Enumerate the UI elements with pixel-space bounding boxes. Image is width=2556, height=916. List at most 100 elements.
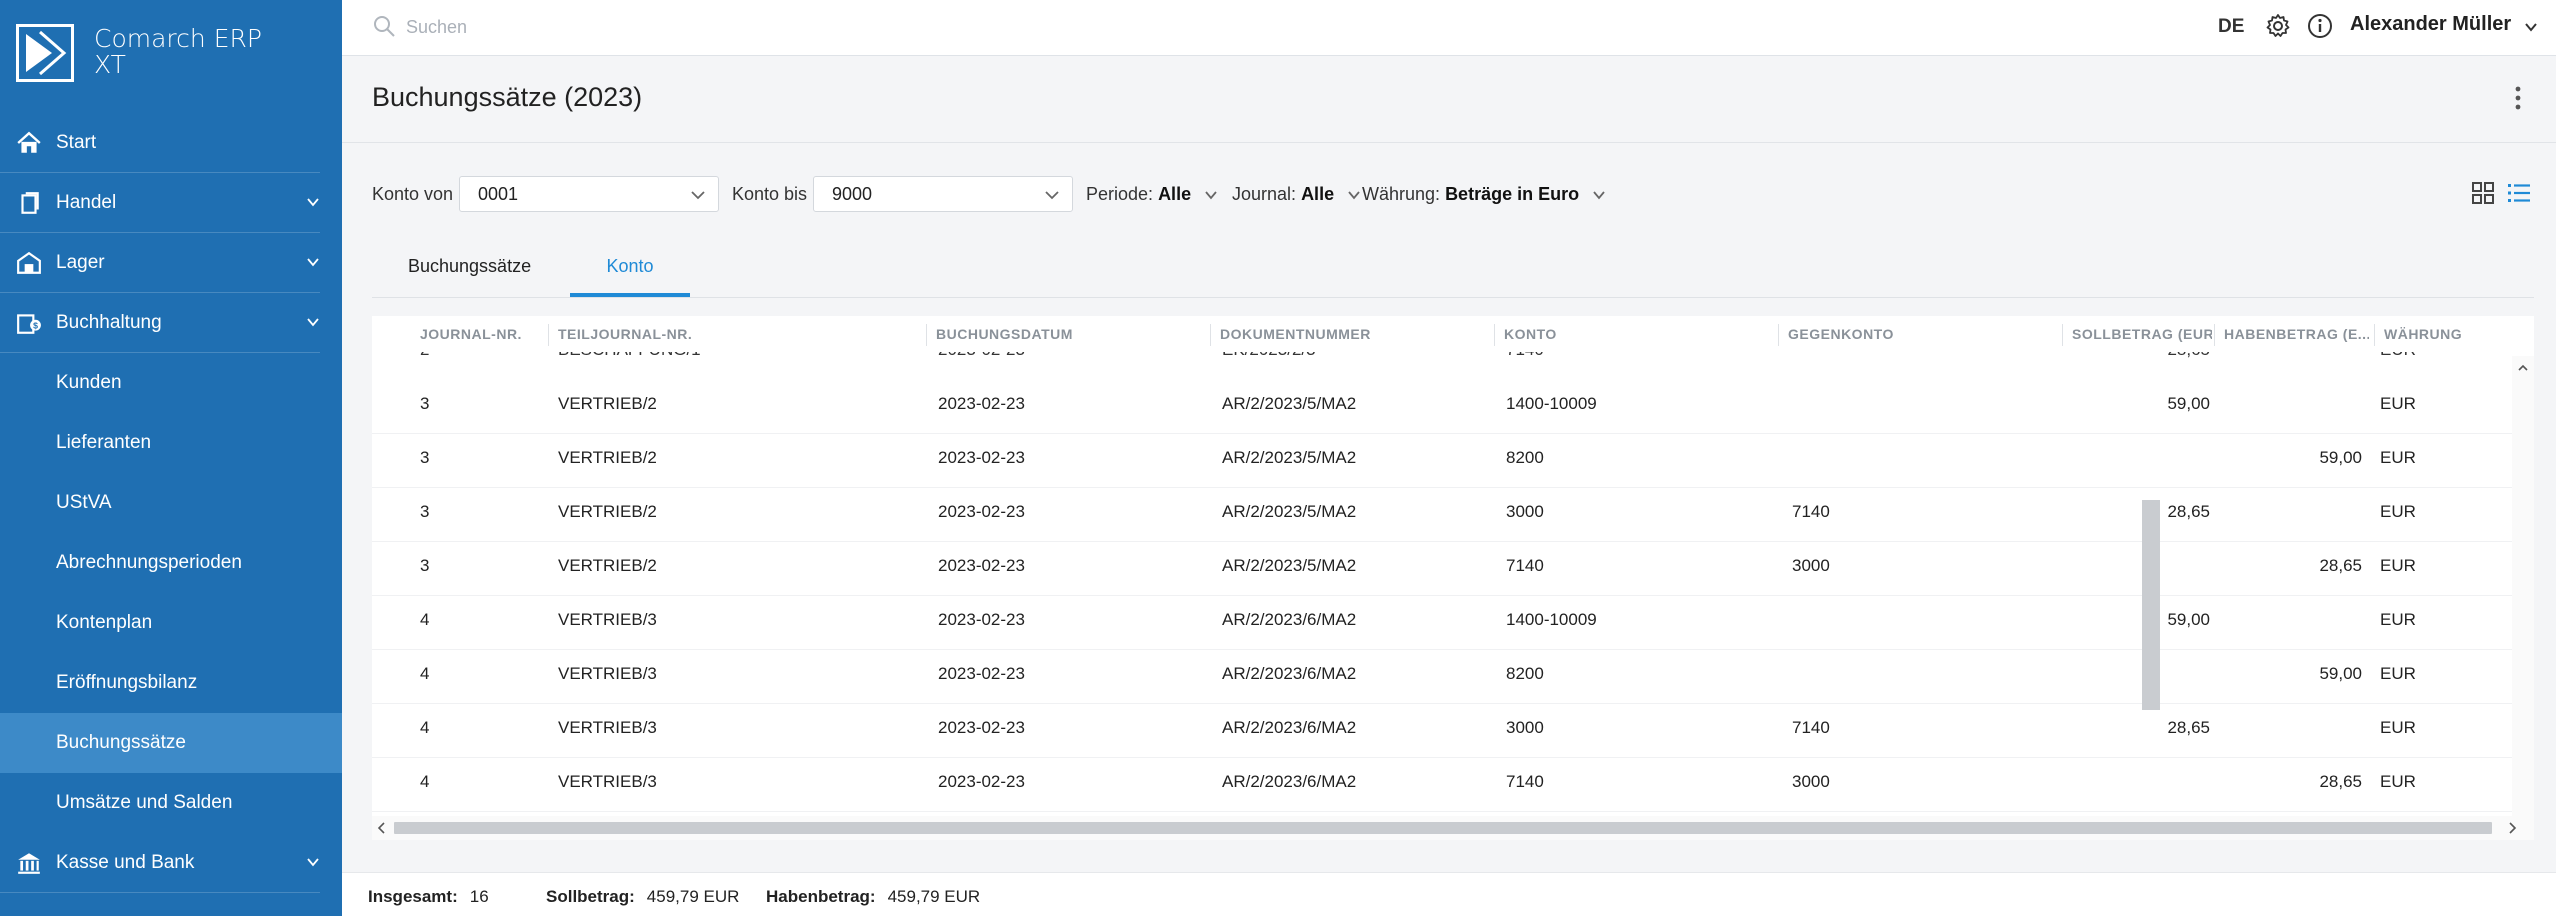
table-cell: 7140 — [1792, 718, 1830, 737]
column-separator[interactable] — [2374, 324, 2375, 346]
column-separator[interactable] — [1210, 324, 1211, 346]
table-row[interactable]: 4 VERTRIEB/3 2023-02-23 AR/2/2023/6/MA2 3000… — [372, 704, 2512, 758]
search-input[interactable] — [406, 12, 806, 42]
info-icon[interactable] — [2306, 12, 2334, 40]
table-cell: 3000 — [1506, 718, 1544, 737]
column-header[interactable]: HABENBETRAG (E... — [2224, 326, 2369, 342]
table-cell: 28,65 — [2319, 772, 2362, 791]
language-selector[interactable]: DE — [2218, 16, 2244, 38]
sidebar-item-label: Kasse und Bank — [56, 851, 195, 873]
table-cell: EUR — [2380, 556, 2416, 575]
column-header[interactable]: GEGENKONTO — [1788, 326, 1894, 342]
sidebar-item-start[interactable]: Start — [0, 113, 320, 173]
sidebar-item-kontenplan[interactable]: Kontenplan — [0, 593, 342, 653]
sidebar-item-kasse-und-bank[interactable]: Kasse und Bank — [0, 833, 320, 893]
page-title: Buchungssätze (2023) — [372, 82, 643, 112]
table-row-partial[interactable]: 2 BESCHAFFUNG/1 2023-02-23 EK/2023/2/3 7140 2… — [372, 352, 2512, 374]
bank-icon — [18, 852, 40, 874]
table-cell: EUR — [2380, 664, 2416, 683]
topbar: DE Alexander Müller — [342, 0, 2556, 56]
column-separator[interactable] — [926, 324, 927, 346]
gear-icon[interactable] — [2264, 12, 2292, 40]
table-row[interactable]: 4 VERTRIEB/3 2023-02-23 AR/2/2023/6/MA2 7140… — [372, 758, 2512, 812]
more-vertical-icon[interactable] — [2512, 82, 2524, 114]
sidebar-item-lager[interactable]: Lager — [0, 233, 320, 293]
table-cell: 2023-02-23 — [938, 394, 1025, 413]
waehrung-label: Währung: — [1362, 184, 1441, 204]
table-cell: 28,65 — [2167, 502, 2210, 521]
table-cell: 3000 — [1792, 556, 1830, 575]
column-separator[interactable] — [1778, 324, 1779, 346]
table-cell: 3000 — [1792, 772, 1830, 791]
column-header[interactable]: BUCHUNGSDATUM — [936, 326, 1073, 342]
table-cell: AR/2/2023/6/MA2 — [1222, 664, 1357, 683]
horizontal-scroll-thumb[interactable] — [394, 822, 2492, 834]
column-header[interactable]: TEILJOURNAL-NR. — [558, 326, 692, 342]
table-row[interactable]: 3 VERTRIEB/2 2023-02-23 AR/2/2023/5/MA2 1400… — [372, 380, 2512, 434]
table-row[interactable]: 4 VERTRIEB/3 2023-02-23 AR/2/2023/6/MA2 8200… — [372, 650, 2512, 704]
column-header[interactable]: JOURNAL-NR. — [420, 326, 522, 342]
table-cell: EUR — [2380, 352, 2416, 360]
svg-text:$: $ — [33, 320, 38, 330]
sidebar-item-buchhaltung[interactable]: $ Buchhaltung — [0, 293, 320, 353]
konto-von-select[interactable]: 0001 — [459, 176, 719, 212]
soll-value: 459,79 EUR — [646, 887, 740, 906]
column-header[interactable]: DOKUMENTNUMMER — [1220, 326, 1371, 342]
vertical-scrollbar[interactable] — [2512, 356, 2534, 822]
vertical-scroll-thumb[interactable] — [2142, 500, 2160, 710]
column-separator[interactable] — [2062, 324, 2063, 346]
sidebar-item-handel[interactable]: Handel — [0, 173, 320, 233]
horizontal-scrollbar[interactable] — [372, 816, 2534, 840]
column-separator[interactable] — [548, 324, 549, 346]
tab-konto[interactable]: Konto — [570, 256, 690, 297]
user-name[interactable]: Alexander Müller — [2350, 13, 2511, 36]
sidebar-item-lieferanten[interactable]: Lieferanten — [0, 413, 342, 473]
periode-filter[interactable]: Periode: Alle — [1086, 184, 1218, 205]
column-header[interactable]: SOLLBETRAG (EUR... — [2072, 326, 2212, 342]
table-cell: 28,65 — [2167, 718, 2210, 737]
table-cell: AR/2/2023/6/MA2 — [1222, 610, 1357, 629]
grid-view-icon[interactable] — [2470, 180, 2496, 206]
table-cell: 7140 — [1506, 352, 1544, 360]
column-separator[interactable] — [1494, 324, 1495, 346]
table-cell: 4 — [420, 610, 430, 629]
table-cell: 4 — [420, 664, 430, 683]
tabs-divider — [372, 297, 2534, 298]
table-row[interactable]: 3 VERTRIEB/2 2023-02-23 AR/2/2023/5/MA2 7140… — [372, 542, 2512, 596]
header-divider — [342, 142, 2556, 143]
chevron-down-icon — [307, 858, 319, 867]
table-cell: VERTRIEB/2 — [558, 556, 657, 575]
table-cell: AR/2/2023/5/MA2 — [1222, 556, 1357, 575]
sidebar-item-umsätze-und-salden[interactable]: Umsätze und Salden — [0, 773, 342, 833]
konto-bis-select[interactable]: 9000 — [813, 176, 1073, 212]
total-count: Insgesamt: 16 — [368, 887, 489, 907]
sidebar-item-buchungssätze[interactable]: Buchungssätze — [0, 713, 342, 773]
tab-buchungssaetze[interactable]: Buchungssätze — [408, 256, 531, 296]
haben-sum: Habenbetrag: 459,79 EUR — [766, 887, 980, 907]
sidebar-item-abrechnungsperioden[interactable]: Abrechnungsperioden — [0, 533, 342, 593]
column-separator[interactable] — [2214, 324, 2215, 346]
scroll-up-icon[interactable] — [2517, 362, 2529, 374]
table-row[interactable]: 4 VERTRIEB/3 2023-02-23 AR/2/2023/6/MA2 1400… — [372, 596, 2512, 650]
journal-filter[interactable]: Journal: Alle — [1232, 184, 1361, 205]
table-row[interactable]: 3 VERTRIEB/2 2023-02-23 AR/2/2023/5/MA2 3000… — [372, 488, 2512, 542]
scroll-left-icon[interactable] — [376, 821, 388, 835]
data-grid: JOURNAL-NR. TEILJOURNAL-NR. BUCHUNGSDATUM D… — [372, 316, 2534, 840]
sidebar-item-ustva[interactable]: UStVA — [0, 473, 342, 533]
chevron-down-icon — [691, 191, 705, 200]
chevron-down-icon[interactable] — [2524, 20, 2538, 34]
app-title-line2: XT — [94, 50, 126, 79]
waehrung-filter[interactable]: Währung: Beträge in Euro — [1362, 184, 1606, 205]
list-view-icon[interactable] — [2506, 180, 2532, 206]
periode-label: Periode: — [1086, 184, 1154, 204]
sidebar-item-kunden[interactable]: Kunden — [0, 353, 342, 413]
scroll-right-icon[interactable] — [2506, 821, 2518, 835]
sidebar-item-eröffnungsbilanz[interactable]: Eröffnungsbilanz — [0, 653, 342, 713]
table-cell: 2023-02-23 — [938, 502, 1025, 521]
table-cell: 2023-02-23 — [938, 664, 1025, 683]
sidebar-item-label: Abrechnungsperioden — [56, 552, 242, 573]
sidebar-item-label: Umsätze und Salden — [56, 792, 233, 813]
column-header[interactable]: KONTO — [1504, 326, 1557, 342]
column-header[interactable]: WÄHRUNG — [2384, 326, 2462, 342]
table-row[interactable]: 3 VERTRIEB/2 2023-02-23 AR/2/2023/5/MA2 8200… — [372, 434, 2512, 488]
